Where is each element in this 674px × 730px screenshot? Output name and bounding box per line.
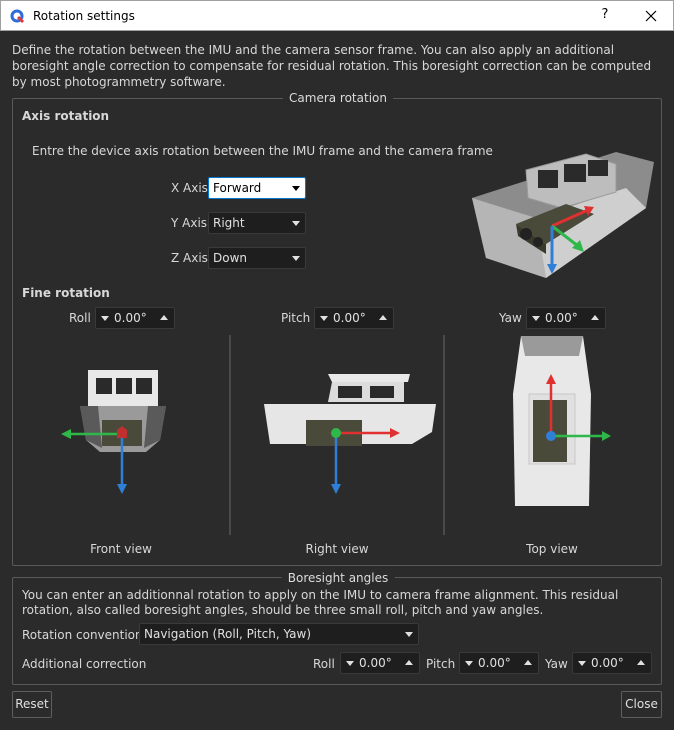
y-axis-arrow-icon — [596, 431, 611, 441]
chevron-down-icon[interactable] — [101, 316, 109, 321]
title-bar: Rotation settings ? — [0, 0, 674, 31]
chevron-down-icon — [292, 221, 300, 226]
additional-correction-label: Additional correction — [22, 657, 147, 671]
boresight-roll-spinbox[interactable]: 0.00° — [340, 652, 420, 674]
z-axis-select[interactable]: Down — [208, 247, 306, 269]
roll-spinbox[interactable]: 0.00° — [95, 307, 175, 329]
boresight-pitch-spinbox[interactable]: 0.00° — [459, 652, 539, 674]
help-button[interactable]: ? — [595, 7, 615, 22]
yaw-spinbox[interactable]: 0.00° — [526, 307, 606, 329]
x-axis-label: X Axis — [171, 181, 208, 195]
axis-rotation-description: Entre the device axis rotation between t… — [32, 144, 493, 158]
app-logo-icon — [10, 9, 25, 24]
pitch-value: 0.00° — [333, 311, 366, 325]
yaw-value: 0.00° — [545, 311, 578, 325]
front-view-illustration — [61, 370, 166, 494]
view-divider — [229, 335, 231, 535]
chevron-up-icon[interactable] — [379, 315, 387, 320]
yaw-label: Yaw — [499, 311, 522, 325]
reset-button[interactable]: Reset — [12, 691, 52, 718]
pitch-label: Pitch — [281, 311, 311, 325]
chevron-up-icon[interactable] — [405, 660, 413, 665]
chevron-down-icon[interactable] — [346, 661, 354, 666]
boresight-roll-label: Roll — [313, 657, 335, 671]
chevron-down-icon[interactable] — [578, 661, 586, 666]
roll-label: Roll — [69, 311, 91, 325]
axis-rotation-heading: Axis rotation — [22, 109, 110, 123]
chevron-up-icon[interactable] — [637, 660, 645, 665]
boresight-yaw-value: 0.00° — [591, 656, 624, 670]
chevron-up-icon[interactable] — [160, 315, 168, 320]
boresight-title: Boresight angles — [281, 571, 395, 585]
x-axis-select[interactable]: Forward — [208, 177, 306, 199]
boresight-roll-value: 0.00° — [359, 656, 392, 670]
roll-value: 0.00° — [114, 311, 147, 325]
z-axis-label: Z Axis — [171, 251, 208, 265]
boresight-description: You can enter an additionnal rotation to… — [22, 588, 619, 617]
chevron-down-icon — [292, 256, 300, 261]
close-button[interactable]: Close — [621, 691, 662, 718]
chevron-down-icon[interactable] — [320, 316, 328, 321]
chevron-down-icon[interactable] — [465, 661, 473, 666]
front-view-caption: Front view — [90, 542, 152, 556]
chevron-down-icon[interactable] — [532, 316, 540, 321]
intro-text: Define the rotation between the IMU and … — [12, 43, 652, 89]
chevron-up-icon[interactable] — [524, 660, 532, 665]
y-axis-label: Y Axis — [171, 216, 208, 230]
right-view-caption: Right view — [305, 542, 369, 556]
camera-rotation-title: Camera rotation — [283, 91, 393, 105]
right-view-illustration — [264, 374, 436, 494]
boresight-yaw-label: Yaw — [545, 657, 568, 671]
boresight-yaw-spinbox[interactable]: 0.00° — [572, 652, 652, 674]
z-axis-value: Down — [213, 251, 248, 265]
y-axis-select[interactable]: Right — [208, 212, 306, 234]
y-axis-value: Right — [213, 216, 245, 230]
chevron-down-icon — [405, 632, 413, 637]
window-title: Rotation settings — [33, 9, 135, 23]
chevron-down-icon — [292, 186, 300, 191]
boresight-pitch-label: Pitch — [426, 657, 456, 671]
rotation-convention-value: Navigation (Roll, Pitch, Yaw) — [144, 627, 312, 641]
rotation-convention-label: Rotation convention — [22, 628, 143, 642]
boresight-pitch-value: 0.00° — [478, 656, 511, 670]
close-icon[interactable] — [639, 6, 663, 26]
view-divider — [443, 335, 445, 535]
chevron-up-icon[interactable] — [591, 315, 599, 320]
rotation-convention-select[interactable]: Navigation (Roll, Pitch, Yaw) — [139, 623, 419, 645]
boat-3d-illustration — [472, 152, 654, 278]
top-view-illustration — [513, 336, 597, 506]
top-view-caption: Top view — [526, 542, 578, 556]
x-axis-value: Forward — [213, 181, 262, 195]
fine-rotation-heading: Fine rotation — [22, 286, 110, 300]
pitch-spinbox[interactable]: 0.00° — [314, 307, 394, 329]
